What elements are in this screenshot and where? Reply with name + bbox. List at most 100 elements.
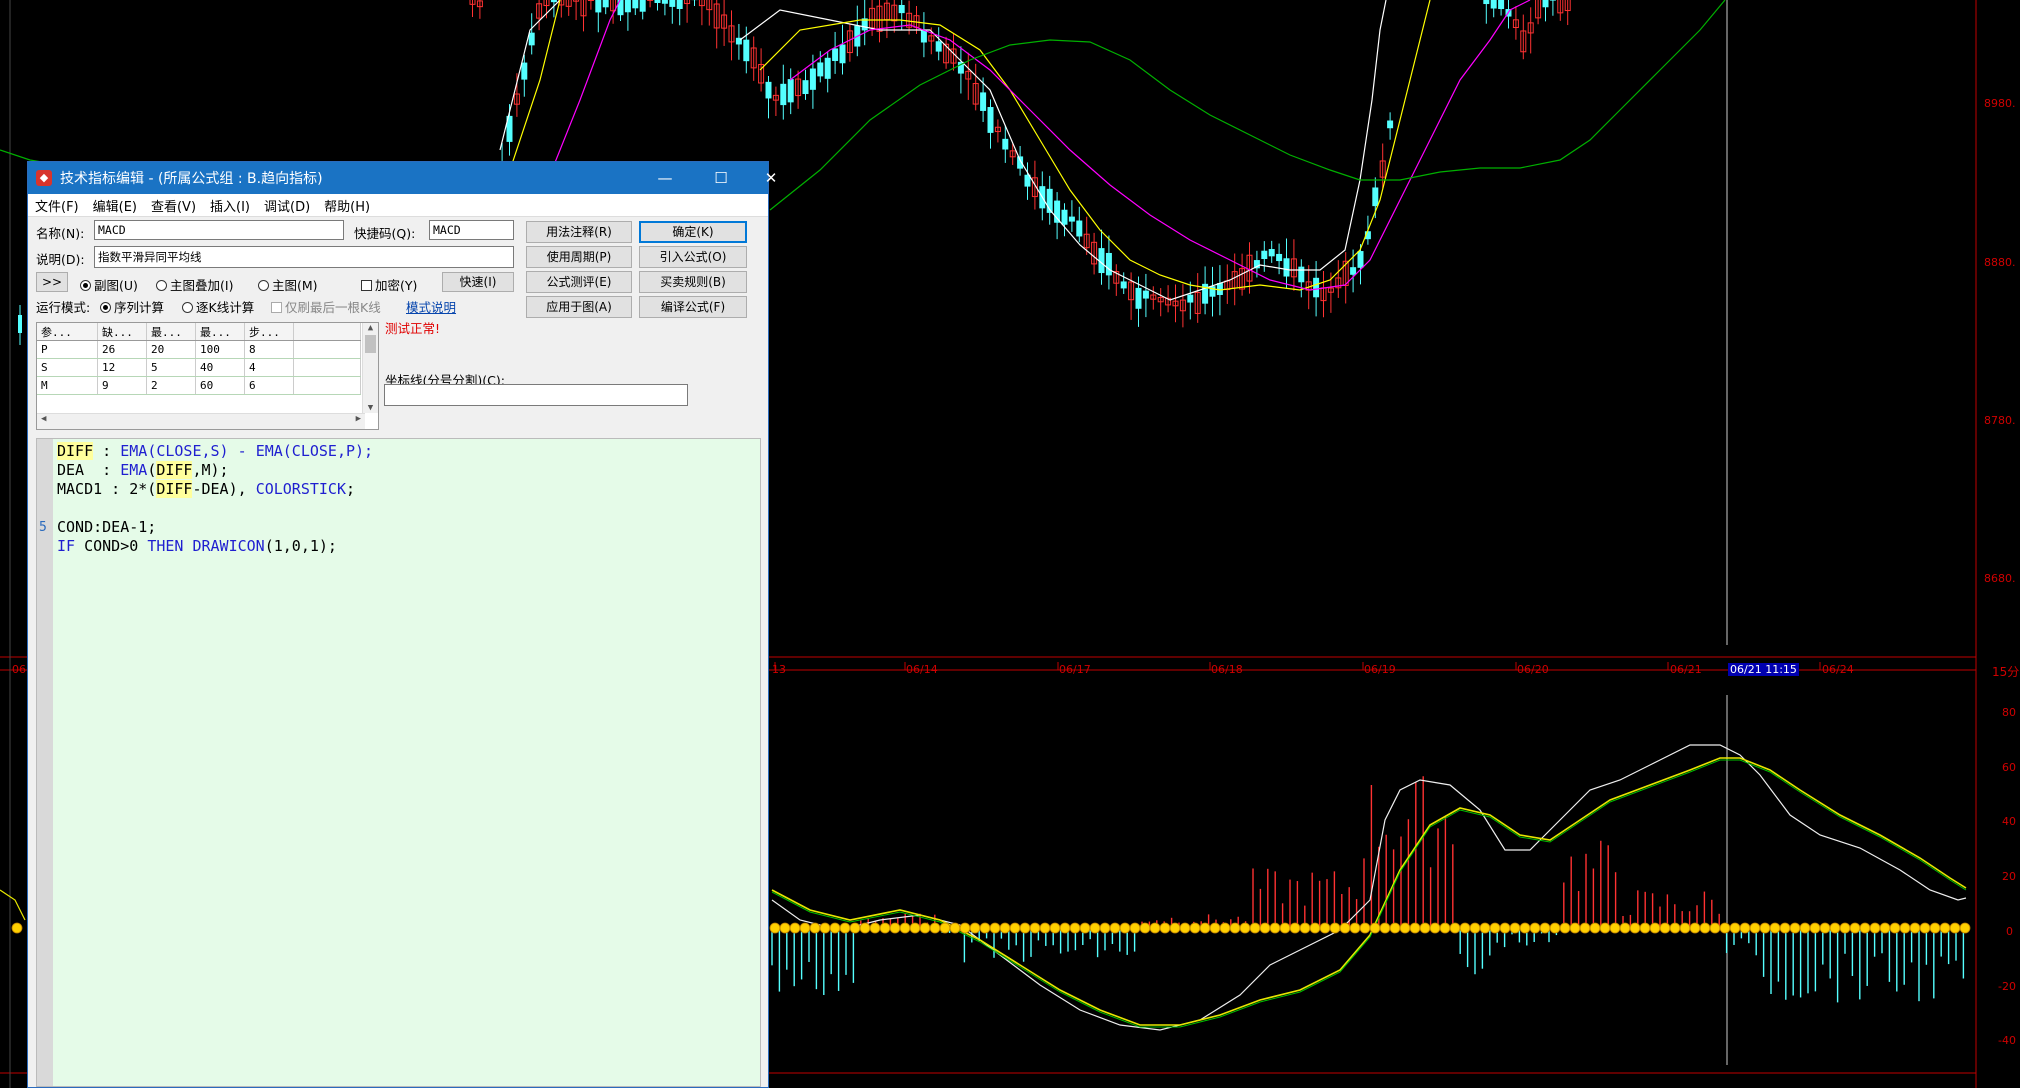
expand-button[interactable]: >> [36, 272, 68, 292]
yellow-icon [1809, 922, 1821, 934]
macd-diff-line [771, 744, 1967, 1031]
grid-cell[interactable]: M [37, 376, 98, 395]
radio-on-icon [80, 280, 91, 291]
close-button[interactable]: ✕ [746, 162, 796, 194]
candle-body [1542, 0, 1549, 8]
scroll-down-icon[interactable]: ▼ [363, 403, 378, 413]
shortcut-input[interactable]: MACD [429, 220, 514, 240]
period-button[interactable]: 使用周期(P) [526, 246, 632, 268]
menu-insert[interactable]: 插入(I) [203, 196, 257, 215]
candle-body [1135, 287, 1142, 309]
table-row[interactable]: S 12 5 40 4 [37, 358, 361, 377]
radio-on-icon [100, 302, 111, 313]
yellow-icon [1229, 922, 1241, 934]
radio-sequence[interactable]: 序列计算 [100, 297, 164, 316]
candle-body [669, 0, 676, 7]
axis-line-input[interactable] [384, 384, 688, 406]
grid-header-cell[interactable]: 最... [146, 323, 196, 341]
grid-cell[interactable]: 20 [146, 340, 196, 359]
grid-cell[interactable]: P [37, 340, 98, 359]
radio-per-bar[interactable]: 逐K线计算 [182, 297, 254, 316]
radio-overlay[interactable]: 主图叠加(I) [156, 275, 233, 294]
yellow-icon [789, 922, 801, 934]
dialog-title-bar[interactable]: ◆ 技术指标编辑 - (所属公式组 : B.趋向指标) — ☐ ✕ [28, 162, 777, 194]
scroll-left-icon[interactable]: ◀ [41, 414, 46, 424]
radio-sub-chart[interactable]: 副图(U) [80, 275, 138, 294]
menu-view[interactable]: 查看(V) [144, 196, 203, 215]
grid-hscrollbar[interactable]: ◀ ▶ [37, 413, 365, 429]
yellow-icon [1629, 922, 1641, 934]
candle-body [920, 29, 927, 43]
grid-cell[interactable]: 9 [97, 376, 147, 395]
yellow-icon [1209, 922, 1221, 934]
grid-cell[interactable]: 5 [146, 358, 196, 377]
usage-button[interactable]: 用法注释(R) [526, 221, 632, 243]
grid-cell[interactable]: 26 [97, 340, 147, 359]
grid-header-cell[interactable]: 缺... [97, 323, 147, 341]
candle-body [780, 83, 787, 106]
grid-cell[interactable]: S [37, 358, 98, 377]
fast-button[interactable]: 快速(I) [442, 272, 514, 292]
import-button[interactable]: 引入公式(O) [639, 246, 747, 268]
candle-body [1024, 174, 1031, 187]
menu-file[interactable]: 文件(F) [28, 196, 86, 215]
grid-cell[interactable]: 6 [244, 376, 294, 395]
scroll-thumb[interactable] [365, 335, 376, 353]
grid-cell[interactable]: 2 [146, 376, 196, 395]
formula-editor-dialog: ◆ 技术指标编辑 - (所属公式组 : B.趋向指标) — ☐ ✕ 文件(F) … [27, 161, 777, 1088]
grid-cell[interactable]: 8 [244, 340, 294, 359]
axis-tick-label: 06/19 [1364, 663, 1396, 676]
grid-header-cell[interactable]: 参... [37, 323, 98, 341]
grid-header-cell[interactable]: 步... [244, 323, 294, 341]
encrypt-checkbox[interactable]: 加密(Y) [361, 275, 417, 294]
name-input[interactable]: MACD [94, 220, 344, 240]
candle-body [987, 107, 994, 133]
grid-vscrollbar[interactable]: ▲ ▼ [362, 323, 378, 413]
radio-main-chart[interactable]: 主图(M) [258, 275, 318, 294]
period-label[interactable]: 15分 [1992, 663, 2019, 680]
apply-button[interactable]: 应用于图(A) [526, 296, 632, 318]
rules-button[interactable]: 买卖规则(B) [639, 271, 747, 293]
yellow-icon [1789, 922, 1801, 934]
test-button[interactable]: 公式测评(E) [526, 271, 632, 293]
candle-body [1068, 216, 1075, 222]
compile-button[interactable]: 编译公式(F) [639, 296, 747, 318]
yellow-icon [1719, 922, 1731, 934]
scroll-up-icon[interactable]: ▲ [363, 323, 378, 333]
grid-cell[interactable]: 40 [195, 358, 245, 377]
grid-cell[interactable]: 4 [244, 358, 294, 377]
yellow-icon [1939, 922, 1951, 934]
candle-body [1076, 220, 1083, 237]
grid-cell[interactable]: 60 [195, 376, 245, 395]
candle-body [587, 0, 594, 2]
grid-cell[interactable]: 12 [97, 358, 147, 377]
last-bar-checkbox[interactable]: 仅刷最后一根K线 [271, 297, 381, 316]
maximize-button[interactable]: ☐ [696, 162, 746, 194]
yellow-icon [999, 922, 1011, 934]
table-row[interactable]: M 9 2 60 6 [37, 376, 361, 395]
yellow-icon [1579, 922, 1591, 934]
dialog-title: 技术指标编辑 - (所属公式组 : B.趋向指标) [60, 171, 323, 187]
minimize-button[interactable]: — [640, 162, 690, 194]
code-editor[interactable]: DIFF : EMA(CLOSE,S) - EMA(CLOSE,P); DEA … [36, 438, 761, 1087]
yellow-icon [1559, 922, 1571, 934]
menu-debug[interactable]: 调试(D) [257, 196, 317, 215]
yellow-icon [1529, 922, 1541, 934]
ok-button[interactable]: 确定(K) [639, 221, 747, 243]
parameter-grid[interactable]: 参... 缺... 最... 最... 步... P 26 20 100 8 S… [36, 322, 379, 430]
candle-body [550, 0, 557, 3]
grid-cell[interactable]: 100 [195, 340, 245, 359]
candle-body [817, 62, 824, 77]
table-row[interactable]: P 26 20 100 8 [37, 340, 361, 359]
grid-header-cell[interactable]: 最... [195, 323, 245, 341]
axis-tick-label: -20 [1998, 980, 2016, 993]
menu-edit[interactable]: 编辑(E) [86, 196, 144, 215]
scroll-right-icon[interactable]: ▶ [356, 414, 361, 424]
candle-body [676, 0, 683, 10]
menu-help[interactable]: 帮助(H) [317, 196, 377, 215]
candle-body [802, 80, 809, 95]
mode-help-link[interactable]: 模式说明 [406, 297, 456, 316]
candle-body [1187, 294, 1194, 303]
grid-cell [293, 340, 361, 359]
desc-input[interactable]: 指数平滑异同平均线 [94, 246, 514, 268]
